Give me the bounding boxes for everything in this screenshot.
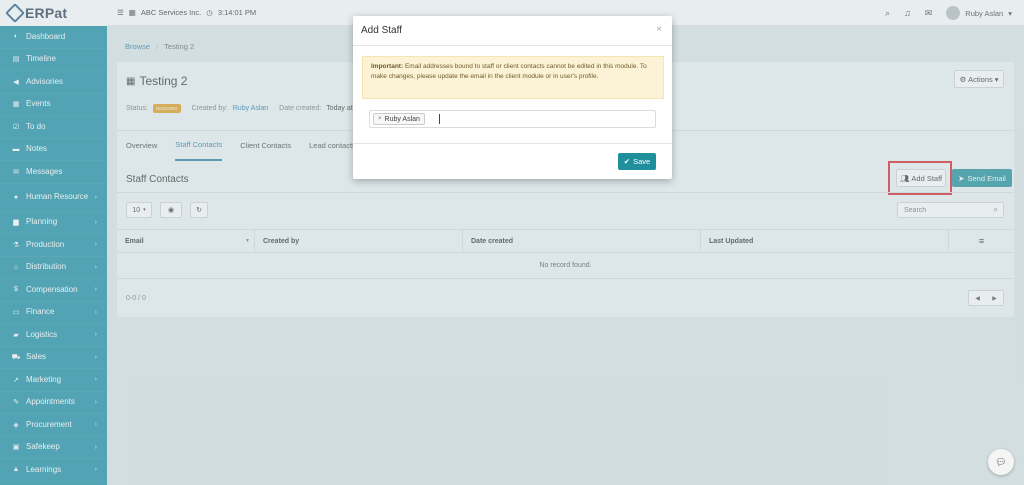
selected-staff-name: Ruby Aslan [384, 115, 420, 123]
save-button[interactable]: ✔ Save [618, 153, 656, 170]
notice-bold: Important: [371, 63, 404, 70]
remove-tag-icon[interactable]: × [378, 116, 382, 122]
important-notice: Important: Email addresses bound to staf… [362, 56, 664, 99]
save-label: Save [633, 157, 651, 166]
chat-icon: 💬︎ [995, 456, 1007, 467]
close-icon[interactable]: × [656, 24, 662, 35]
staff-select-input[interactable]: × Ruby Aslan [369, 110, 656, 128]
selected-staff-tag: × Ruby Aslan [373, 113, 425, 125]
modal-header: Add Staff × [353, 16, 672, 46]
add-staff-modal: Add Staff × Important: Email addresses b… [353, 16, 672, 179]
modal-title: Add Staff [361, 25, 402, 36]
check-circle-icon: ✔ [623, 157, 631, 166]
notice-text: Email addresses bound to staff or client… [371, 63, 647, 81]
chat-button[interactable]: 💬︎ [988, 449, 1014, 475]
modal-divider [353, 143, 672, 144]
text-cursor [438, 114, 440, 124]
